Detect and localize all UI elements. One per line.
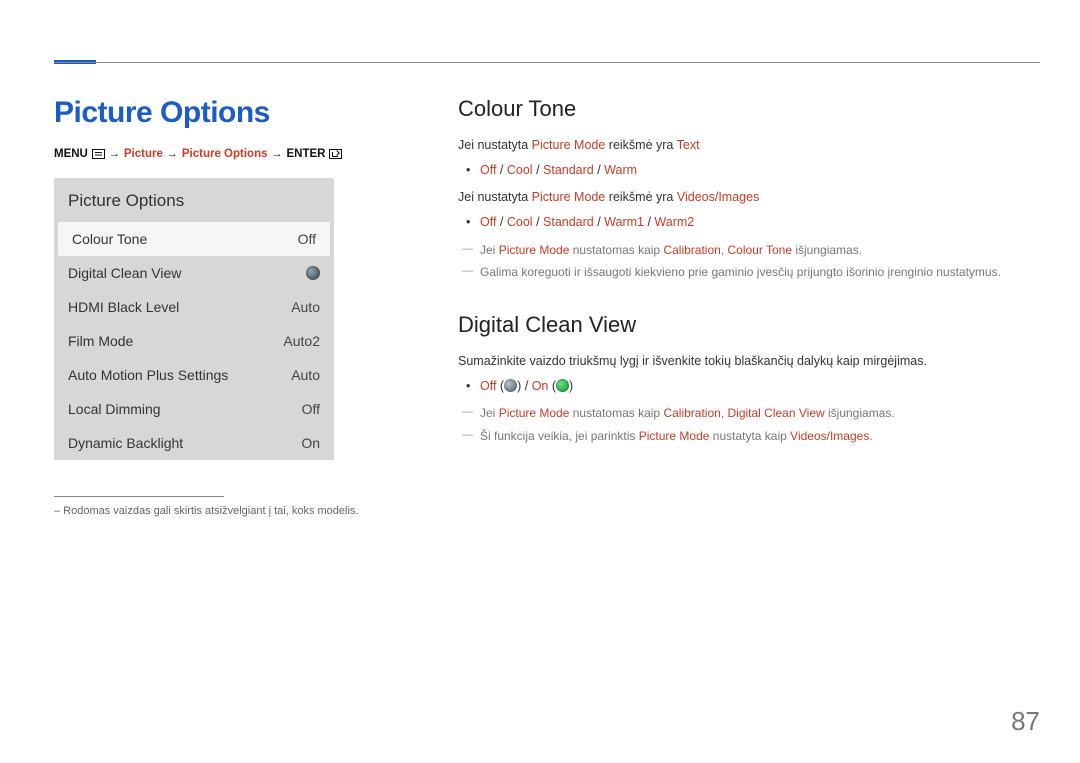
setting-label: Auto Motion Plus Settings bbox=[68, 367, 228, 383]
colour-tone-note-calibration: Jei Picture Mode nustatomas kaip Calibra… bbox=[458, 239, 1040, 262]
left-column: Picture Options MENU → Picture → Picture… bbox=[54, 96, 364, 517]
setting-row-hdmi-black-level[interactable]: HDMI Black Level Auto bbox=[54, 290, 334, 324]
enter-icon bbox=[329, 149, 342, 159]
setting-label: HDMI Black Level bbox=[68, 299, 179, 315]
dcv-note-videos: Ši funkcija veikia, jei parinktis Pictur… bbox=[458, 425, 1040, 448]
colour-tone-condition-text: Jei nustatyta Picture Mode reikšmė yra T… bbox=[458, 134, 1040, 157]
setting-row-digital-clean-view[interactable]: Digital Clean View bbox=[54, 256, 334, 290]
on-swatch-icon bbox=[556, 379, 569, 392]
dcv-intro: Sumažinkite vaizdo triukšmų lygį ir išve… bbox=[458, 350, 1040, 373]
right-column: Colour Tone Jei nustatyta Picture Mode r… bbox=[458, 96, 1040, 517]
setting-label: Digital Clean View bbox=[68, 265, 181, 281]
colour-tone-condition-videos: Jei nustatyta Picture Mode reikšmė yra V… bbox=[458, 186, 1040, 209]
breadcrumb-menu: MENU bbox=[54, 148, 88, 160]
list-item: Off () / On () bbox=[480, 375, 1040, 399]
settings-panel: Picture Options Colour Tone Off Digital … bbox=[54, 178, 334, 460]
setting-value: Auto2 bbox=[283, 333, 320, 349]
arrow-icon: → bbox=[109, 148, 120, 160]
section-heading-dcv: Digital Clean View bbox=[458, 312, 1040, 338]
panel-title: Picture Options bbox=[54, 178, 334, 222]
list-item: Off / Cool / Standard / Warm bbox=[480, 159, 1040, 183]
arrow-icon: → bbox=[272, 148, 283, 160]
breadcrumb-enter: ENTER bbox=[287, 148, 326, 160]
breadcrumb-picture: Picture bbox=[124, 148, 163, 160]
dcv-options: Off () / On () bbox=[458, 375, 1040, 399]
setting-value: Off bbox=[302, 401, 320, 417]
breadcrumb-picture-options: Picture Options bbox=[182, 148, 268, 160]
setting-label: Dynamic Backlight bbox=[68, 435, 183, 451]
setting-row-dynamic-backlight[interactable]: Dynamic Backlight On bbox=[54, 426, 334, 460]
setting-row-local-dimming[interactable]: Local Dimming Off bbox=[54, 392, 334, 426]
setting-value: Auto bbox=[291, 367, 320, 383]
menu-icon bbox=[92, 149, 105, 159]
list-item: Off / Cool / Standard / Warm1 / Warm2 bbox=[480, 211, 1040, 235]
footnote-text: – Rodomas vaizdas gali skirtis atsižvelg… bbox=[54, 505, 364, 517]
toggle-indicator-icon bbox=[306, 266, 320, 280]
dcv-note-calibration: Jei Picture Mode nustatomas kaip Calibra… bbox=[458, 402, 1040, 425]
colour-tone-options-text: Off / Cool / Standard / Warm bbox=[458, 159, 1040, 183]
arrow-icon: → bbox=[167, 148, 178, 160]
page-content: Picture Options MENU → Picture → Picture… bbox=[54, 96, 1040, 517]
setting-value: On bbox=[301, 435, 320, 451]
footnote-rule bbox=[54, 496, 224, 497]
header-rule bbox=[54, 62, 1040, 63]
setting-row-colour-tone[interactable]: Colour Tone Off bbox=[58, 222, 330, 256]
breadcrumb: MENU → Picture → Picture Options → ENTER bbox=[54, 148, 364, 160]
off-swatch-icon bbox=[504, 379, 517, 392]
setting-value: Off bbox=[298, 231, 316, 247]
section-heading-colour-tone: Colour Tone bbox=[458, 96, 1040, 122]
page-title: Picture Options bbox=[54, 96, 364, 130]
setting-label: Colour Tone bbox=[72, 231, 147, 247]
setting-label: Local Dimming bbox=[68, 401, 161, 417]
page-number: 87 bbox=[1011, 706, 1040, 737]
colour-tone-note-devices: Galima koreguoti ir išsaugoti kiekvieno … bbox=[458, 261, 1040, 284]
colour-tone-options-videos: Off / Cool / Standard / Warm1 / Warm2 bbox=[458, 211, 1040, 235]
setting-row-film-mode[interactable]: Film Mode Auto2 bbox=[54, 324, 334, 358]
setting-row-auto-motion-plus[interactable]: Auto Motion Plus Settings Auto bbox=[54, 358, 334, 392]
setting-value: Auto bbox=[291, 299, 320, 315]
setting-label: Film Mode bbox=[68, 333, 133, 349]
